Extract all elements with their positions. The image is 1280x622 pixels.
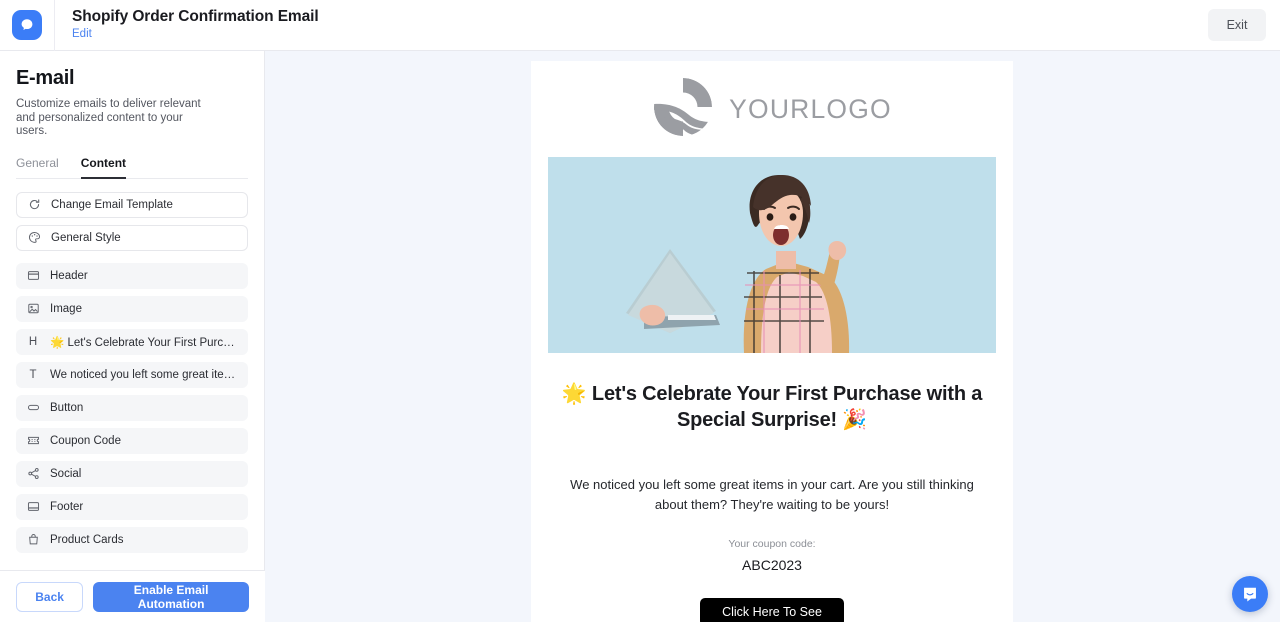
circle-sun-wave-logo-icon (652, 76, 714, 143)
block-list: Change Email Template General Style Head… (16, 191, 248, 553)
sidebar-item-label: We noticed you left some great items in … (50, 368, 239, 381)
email-preview-canvas: YOURLOGO 🌟 Let's Celebrate Your First Pu… (265, 51, 1280, 622)
sidebar-item-general-style[interactable]: General Style (16, 224, 248, 251)
chat-bubble-logo-icon[interactable] (12, 10, 42, 40)
sidebar-item-button[interactable]: Button (16, 394, 248, 421)
excited-woman-holding-laptop-photo[interactable] (548, 157, 996, 353)
edit-title-link[interactable]: Edit (72, 27, 1208, 42)
ticket-icon (25, 434, 41, 447)
header-title-group: Shopify Order Confirmation Email Edit (55, 8, 1208, 42)
sidebar-title: E-mail (16, 67, 75, 89)
sidebar-item-product-cards[interactable]: Product Cards (16, 526, 248, 553)
heading-letter-glyph: H (28, 335, 38, 348)
back-button[interactable]: Back (16, 581, 84, 612)
coupon-label: Your coupon code: (728, 538, 816, 550)
sidebar-item-header[interactable]: Header (16, 262, 248, 289)
sidebar-item-footer[interactable]: Footer (16, 493, 248, 520)
sidebar-description: Customize emails to deliver relevant and… (16, 98, 201, 137)
email-cta-button[interactable]: Click Here To See (700, 598, 844, 622)
sidebar-item-label: Change Email Template (51, 198, 173, 211)
email-logo-header[interactable]: YOURLOGO (531, 61, 1013, 157)
coupon-code-value[interactable]: ABC2023 (548, 557, 996, 573)
exit-button[interactable]: Exit (1208, 9, 1266, 41)
sidebar-item-label: Header (50, 269, 88, 282)
sidebar-item-label: Product Cards (50, 533, 124, 546)
sidebar-item-change-email-template[interactable]: Change Email Template (16, 191, 248, 218)
sidebar-item-label: 🌟 Let's Celebrate Your First Purchasewit… (50, 336, 239, 349)
page-title: Shopify Order Confirmation Email (72, 8, 319, 25)
sidebar-item-label: Coupon Code (50, 434, 121, 447)
bag-icon (25, 533, 41, 546)
email-editor-sidebar: E-mail Customize emails to deliver relev… (0, 51, 265, 622)
sidebar-item-label: Footer (50, 500, 84, 513)
sidebar-item-label: Social (50, 467, 82, 480)
share-icon (25, 467, 41, 480)
sidebar-item-coupon-code[interactable]: Coupon Code (16, 427, 248, 454)
sidebar-footer: Back Enable Email Automation (0, 570, 265, 622)
footer-block-icon (25, 500, 41, 513)
button-block-icon (25, 401, 41, 414)
email-logo-text: YOURLOGO (729, 93, 892, 124)
palette-icon (26, 231, 42, 244)
header-block-icon (25, 269, 41, 282)
chat-widget-icon[interactable] (1232, 576, 1268, 612)
email-body-text[interactable]: We noticed you left some great items in … (548, 475, 996, 515)
sidebar-item-label: Button (50, 401, 84, 414)
sidebar-item-image[interactable]: Image (16, 295, 248, 322)
email-cta-container: Click Here To See (548, 598, 996, 622)
tab-content[interactable]: Content (80, 156, 127, 179)
image-block-icon (25, 302, 41, 315)
enable-email-automation-button[interactable]: Enable Email Automation (93, 581, 249, 612)
tab-general[interactable]: General (16, 156, 59, 179)
text-letter-icon: T (25, 369, 41, 381)
sidebar-item-social[interactable]: Social (16, 460, 248, 487)
sidebar-item-label: Image (50, 302, 82, 315)
text-letter-glyph: T (29, 368, 37, 381)
refresh-icon (26, 198, 42, 211)
sidebar-item-body-text[interactable]: T We noticed you left some great items i… (16, 361, 248, 388)
heading-letter-icon: H (25, 336, 41, 348)
brand-logo-container (0, 0, 55, 51)
app-header: Shopify Order Confirmation Email Edit Ex… (0, 0, 1280, 51)
email-card: YOURLOGO 🌟 Let's Celebrate Your First Pu… (531, 61, 1013, 622)
sidebar-tabs: General Content (16, 156, 248, 179)
email-heading[interactable]: 🌟 Let's Celebrate Your First Purchase wi… (548, 381, 996, 433)
sidebar-item-heading-text[interactable]: H 🌟 Let's Celebrate Your First Purchasew… (16, 328, 248, 355)
sidebar-item-label: General Style (51, 231, 121, 244)
